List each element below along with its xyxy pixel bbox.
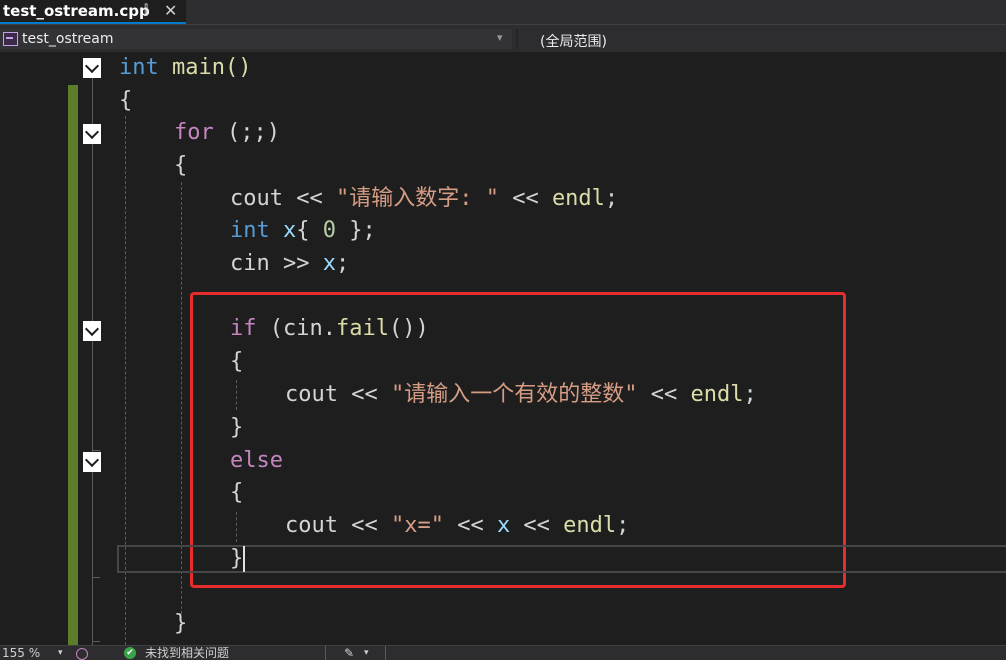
code-text: <<: [637, 382, 691, 407]
tab-strip: test_ostream.cpp ⫿ ✕: [0, 0, 1006, 24]
function-name: endl: [690, 382, 744, 407]
keyword: if: [230, 316, 257, 341]
brace: }: [174, 611, 188, 636]
code-text: {: [296, 218, 323, 243]
function-name: endl: [551, 186, 605, 211]
brace: {: [119, 88, 133, 113]
variable: x: [269, 218, 297, 243]
string-literal: "请输入一个有效的整数": [390, 382, 638, 407]
tab-title: test_ostream.cpp: [3, 2, 150, 20]
code-line: int main(): [119, 53, 251, 83]
project-dropdown[interactable]: test_ostream ▾: [0, 29, 512, 49]
outline-tick: [92, 450, 100, 451]
number-literal: 0: [322, 218, 336, 243]
code-line: cout << "请输入一个有效的整数" << endl;: [285, 380, 757, 410]
code-line: for (;;): [174, 118, 280, 148]
navigation-bar: test_ostream ▾ (全局范围): [0, 24, 1006, 53]
outline-tick: [92, 641, 100, 642]
function-name: fail: [335, 316, 389, 341]
code-line: if (cin.fail()): [230, 314, 429, 344]
brace: {: [230, 480, 244, 505]
text-caret: [243, 546, 245, 572]
copilot-icon[interactable]: [76, 648, 88, 660]
code-line: }: [174, 609, 187, 639]
outline-tick: [92, 577, 100, 578]
chevron-down-icon[interactable]: ▾: [364, 646, 369, 660]
code-text: cout <<: [285, 382, 391, 407]
string-literal: "请输入数字: ": [335, 186, 499, 211]
collapse-main-icon[interactable]: [83, 58, 101, 78]
status-bar: 155 % ▾ ✔ 未找到相关问题 ✎ ▾: [0, 645, 1006, 660]
code-text: ;: [616, 513, 630, 538]
collapse-for-icon[interactable]: [83, 124, 101, 144]
check-icon: ✔: [124, 647, 136, 659]
code-text: cout <<: [285, 513, 391, 538]
code-text: ;: [604, 186, 619, 211]
function-name: endl: [563, 513, 617, 538]
code-line: }: [230, 544, 243, 574]
code-line: else: [230, 446, 283, 476]
code-text: ()): [388, 316, 429, 341]
code-text: cout <<: [230, 186, 336, 211]
code-text: ;: [335, 251, 350, 276]
pin-icon[interactable]: ⫿: [144, 3, 148, 18]
outline-line: [92, 77, 93, 645]
keyword: int: [230, 218, 270, 243]
keyword: int: [119, 55, 159, 80]
tab-test-ostream-cpp[interactable]: test_ostream.cpp ⫿ ✕: [0, 0, 186, 24]
divider: [325, 646, 326, 660]
chevron-down-icon[interactable]: ▾: [497, 31, 503, 44]
function-name: main(): [158, 55, 252, 80]
variable: x: [322, 251, 336, 276]
change-tracking-bar: [68, 85, 78, 645]
collapse-else-icon[interactable]: [83, 452, 101, 472]
issues-status[interactable]: 未找到相关问题: [145, 646, 229, 660]
code-line: cin >> x;: [230, 249, 349, 279]
code-line: int x{ 0 };: [230, 216, 376, 246]
code-line: {: [230, 347, 243, 377]
code-line: {: [230, 478, 243, 508]
divider: [385, 646, 386, 660]
code-line: cout << "x=" << x << endl;: [285, 511, 629, 541]
code-text: ;: [743, 382, 757, 407]
string-literal: "x=": [390, 513, 444, 538]
keyword: for: [174, 120, 214, 145]
code-text: (cin.: [256, 316, 336, 341]
collapse-if-icon[interactable]: [83, 321, 101, 341]
code-line: }: [230, 413, 243, 443]
brace: }: [230, 546, 244, 571]
current-line-highlight: [117, 545, 1006, 573]
scope-dropdown[interactable]: (全局范围): [540, 31, 607, 51]
brush-icon[interactable]: ✎: [344, 646, 354, 660]
code-line: {: [174, 151, 187, 181]
code-line: cout << "请输入数字: " << endl;: [230, 184, 618, 214]
close-icon[interactable]: ✕: [164, 1, 177, 20]
chevron-down-icon[interactable]: ▾: [58, 646, 63, 660]
keyword: else: [230, 448, 283, 473]
project-name: test_ostream: [22, 31, 114, 47]
code-text: };: [336, 218, 376, 243]
zoom-level[interactable]: 155 %: [2, 646, 40, 660]
code-text: <<: [510, 513, 564, 538]
brace: {: [174, 153, 188, 178]
brace: {: [230, 349, 244, 374]
project-icon: [3, 32, 18, 46]
variable: x: [496, 513, 511, 538]
code-line: {: [119, 86, 132, 116]
code-text: cin >>: [230, 251, 323, 276]
code-text: <<: [498, 186, 552, 211]
brace: }: [230, 415, 244, 440]
divider: [516, 29, 518, 49]
code-text: (;;): [213, 120, 280, 145]
code-text: <<: [443, 513, 497, 538]
code-editor[interactable]: int main() { for (;;) { cout << "请输入数字: …: [0, 52, 1006, 645]
